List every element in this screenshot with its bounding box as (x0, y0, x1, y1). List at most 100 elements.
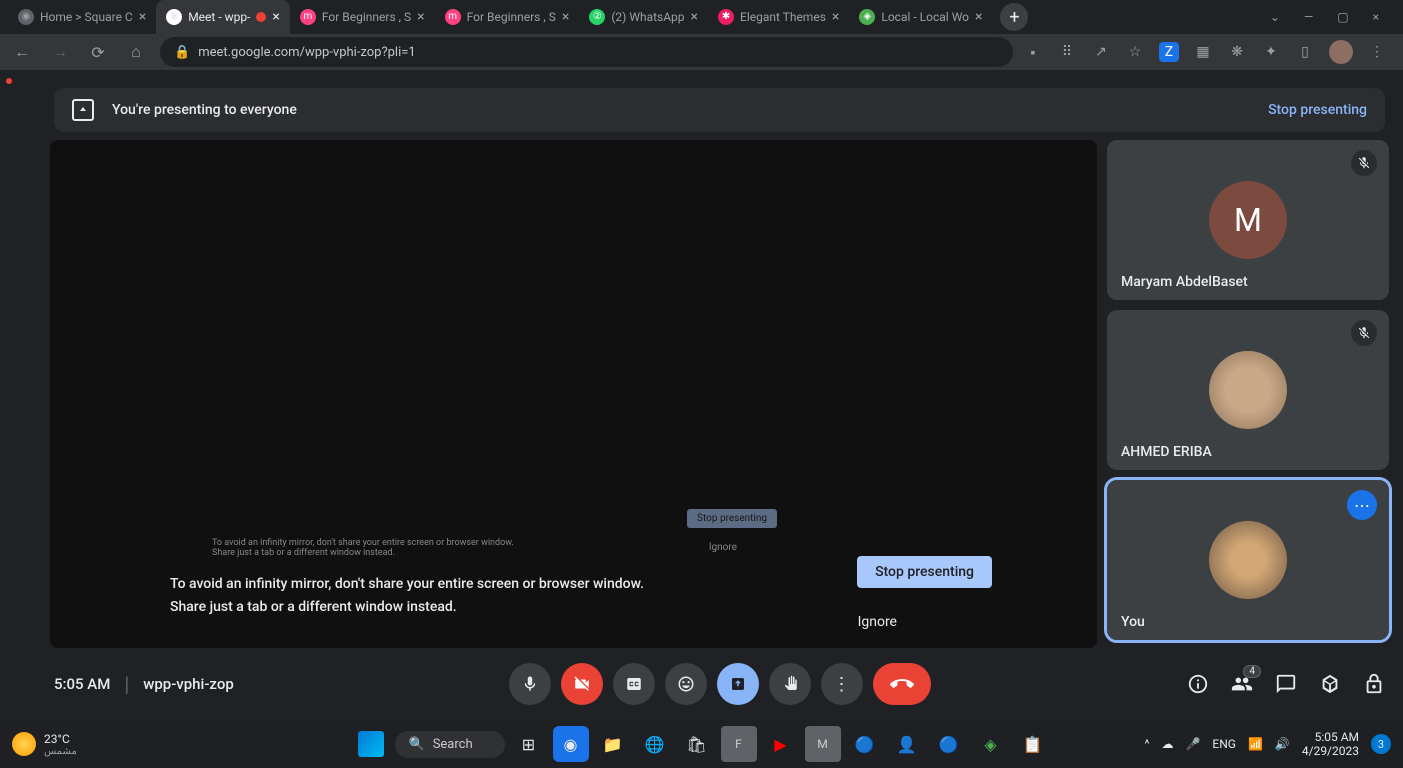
stop-presenting-link[interactable]: Stop presenting (1268, 102, 1367, 118)
app-icon[interactable]: 👤 (889, 726, 925, 762)
tray-time: 5:05 AM (1302, 730, 1359, 744)
m-icon: m (445, 9, 461, 25)
tray-clock[interactable]: 5:05 AM 4/29/2023 (1302, 730, 1359, 759)
browser-tab[interactable]: ◉ Meet - wpp- × (156, 0, 290, 34)
url-input[interactable]: 🔒 meet.google.com/wpp-vphi-zop?pli=1 (160, 37, 1013, 67)
edge-icon[interactable]: 🌐 (637, 726, 673, 762)
chrome-icon[interactable]: 🔵 (931, 726, 967, 762)
captions-button[interactable] (613, 663, 655, 705)
participant-tile-self[interactable]: ⋯ You (1107, 480, 1389, 640)
browser-tab[interactable]: m For Beginners , S × (435, 0, 580, 34)
url-text: meet.google.com/wpp-vphi-zop?pli=1 (198, 45, 416, 60)
ignore-button[interactable]: Ignore (858, 614, 897, 630)
maximize-icon[interactable]: ▢ (1337, 10, 1348, 24)
store-icon[interactable]: 🛍 (679, 726, 715, 762)
close-icon[interactable]: × (832, 9, 839, 25)
ext-icon[interactable]: ❋ (1227, 42, 1247, 62)
app-icon[interactable]: ◉ (553, 726, 589, 762)
meet-bottom-bar: 5:05 AM | wpp-vphi-zop ⋮ (36, 648, 1403, 720)
camera-off-button[interactable] (561, 663, 603, 705)
app-icon[interactable]: M (805, 726, 841, 762)
more-options-button[interactable]: ⋮ (821, 663, 863, 705)
browser-tab[interactable]: ② (2) WhatsApp × (579, 0, 708, 34)
host-controls-button[interactable] (1363, 673, 1385, 695)
meet-icon: ◉ (166, 9, 182, 25)
bookmark-icon[interactable]: ☆ (1125, 42, 1145, 62)
chevron-up-icon[interactable]: ^ (1144, 737, 1149, 751)
app-icon[interactable]: 📋 (1015, 726, 1051, 762)
avatar: M (1209, 181, 1287, 259)
close-icon[interactable]: × (562, 9, 569, 25)
right-controls: 4 (1187, 673, 1385, 695)
system-tray: ^ ☁ 🎤 ENG 📶 🔊 5:05 AM 4/29/2023 3 (1144, 730, 1391, 759)
raise-hand-button[interactable] (769, 663, 811, 705)
profile-avatar[interactable] (1329, 40, 1353, 64)
mirror-line2: Share just a tab or a different window i… (170, 596, 644, 618)
ext-icon[interactable]: ▦ (1193, 42, 1213, 62)
weather-widget[interactable]: 23°C مشمس (12, 732, 77, 757)
stop-presenting-button[interactable]: Stop presenting (857, 556, 992, 588)
home-button[interactable]: ⌂ (122, 38, 150, 66)
participant-tiles: M Maryam AbdelBaset AHMED ERIBA ⋯ You (1107, 140, 1389, 648)
forward-button[interactable]: → (46, 38, 74, 66)
back-button[interactable]: ← (8, 38, 36, 66)
browser-tab[interactable]: ◈ Local - Local Wo × (849, 0, 992, 34)
browser-tab[interactable]: m For Beginners , S × (290, 0, 435, 34)
mic-button[interactable] (509, 663, 551, 705)
mic-tray-icon[interactable]: 🎤 (1185, 737, 1200, 751)
start-button[interactable] (353, 726, 389, 762)
close-icon[interactable]: × (691, 9, 698, 25)
share-icon[interactable]: ↗ (1091, 42, 1111, 62)
reader-icon[interactable]: ▯ (1295, 42, 1315, 62)
volume-icon[interactable]: 🔊 (1275, 737, 1290, 751)
youtube-icon[interactable]: ▶ (763, 726, 799, 762)
mirror-line1: To avoid an infinity mirror, don't share… (170, 573, 644, 595)
reactions-button[interactable] (665, 663, 707, 705)
local-icon: ◈ (859, 9, 875, 25)
translate-icon[interactable]: ⠿ (1057, 42, 1077, 62)
close-icon[interactable]: × (417, 9, 424, 25)
notification-badge[interactable]: 3 (1371, 734, 1391, 754)
participant-tile[interactable]: AHMED ERIBA (1107, 310, 1389, 470)
close-icon[interactable]: × (975, 9, 982, 25)
onedrive-icon[interactable]: ☁ (1161, 737, 1173, 751)
app-icon[interactable]: F (721, 726, 757, 762)
language-indicator[interactable]: ENG (1212, 737, 1236, 751)
close-icon[interactable]: × (139, 9, 146, 25)
meeting-time: 5:05 AM (54, 675, 110, 693)
info-button[interactable] (1187, 673, 1209, 695)
close-icon[interactable]: × (272, 9, 279, 25)
local-icon[interactable]: ◈ (973, 726, 1009, 762)
reload-button[interactable]: ⟳ (84, 38, 112, 66)
present-icon (72, 99, 94, 121)
close-icon[interactable]: × (1373, 10, 1379, 24)
task-view-icon[interactable]: ⊞ (511, 726, 547, 762)
browser-tab[interactable]: ✱ Elegant Themes × (708, 0, 849, 34)
tab-title: Local - Local Wo (881, 10, 969, 24)
browser-tab[interactable]: ◉ Home > Square C × (8, 0, 156, 34)
wifi-icon[interactable]: 📶 (1248, 737, 1263, 751)
participant-name: AHMED ERIBA (1121, 444, 1212, 460)
present-screen-button[interactable] (717, 663, 759, 705)
zoom-ext-icon[interactable]: Z (1159, 42, 1179, 62)
address-bar: ← → ⟳ ⌂ 🔒 meet.google.com/wpp-vphi-zop?p… (0, 34, 1403, 70)
participant-tile[interactable]: M Maryam AbdelBaset (1107, 140, 1389, 300)
tab-title: (2) WhatsApp (611, 10, 684, 24)
chevron-down-icon[interactable]: ⌄ (1270, 10, 1280, 24)
minimize-icon[interactable]: — (1304, 10, 1313, 24)
chat-button[interactable] (1275, 673, 1297, 695)
search-placeholder: Search (433, 737, 473, 752)
chrome-icon[interactable]: 🔵 (847, 726, 883, 762)
new-tab-button[interactable]: + (1000, 3, 1028, 31)
menu-icon[interactable]: ⋮ (1367, 42, 1387, 62)
taskbar-search[interactable]: 🔍 Search (395, 731, 505, 758)
hangup-button[interactable] (873, 663, 931, 705)
extensions-icon[interactable]: ✦ (1261, 42, 1281, 62)
camera-icon[interactable]: ▪ (1023, 42, 1043, 62)
meeting-code: wpp-vphi-zop (143, 675, 234, 693)
more-options-icon[interactable]: ⋯ (1347, 490, 1377, 520)
nested-mirror-text: To avoid an infinity mirror, don't share… (212, 538, 514, 558)
people-button[interactable]: 4 (1231, 673, 1253, 695)
activities-button[interactable] (1319, 673, 1341, 695)
explorer-icon[interactable]: 📁 (595, 726, 631, 762)
